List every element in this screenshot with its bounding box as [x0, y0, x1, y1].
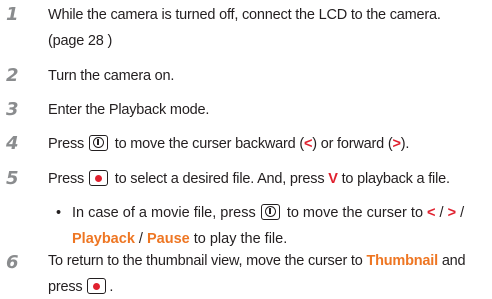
forward-symbol: >	[447, 205, 457, 221]
forward-symbol: >	[392, 136, 401, 152]
bullet-text1: In case of a movie file, press	[72, 205, 256, 221]
step-text: Press to move the curser backward (<) or…	[48, 131, 488, 157]
press-label: Press	[48, 136, 85, 152]
bullet-end: to play the file.	[193, 231, 288, 247]
step-number: 1	[6, 4, 19, 25]
playback-label: Playback	[72, 231, 135, 247]
step-number: 4	[6, 133, 19, 154]
record-button-icon	[88, 170, 108, 186]
step-5-end: to playback a file.	[341, 171, 450, 187]
step-text: To return to the thumbnail view, move th…	[48, 250, 488, 298]
slash: /	[460, 205, 465, 221]
step-6-and: and	[441, 253, 466, 269]
pause-label: Pause	[146, 231, 190, 247]
press-label: Press	[48, 171, 85, 187]
thumbnail-label: Thumbnail	[366, 253, 438, 269]
step-6-line2: press .	[48, 276, 488, 298]
step-4-text: to move the curser backward (	[114, 136, 304, 152]
power-button-icon	[260, 204, 280, 220]
movie-file-note: • In case of a movie file, press to move…	[56, 200, 478, 252]
step-5-text: to select a desired file. And, press	[114, 171, 325, 187]
step-1-line2: (page 28 )	[48, 33, 113, 49]
step-4-end: ).	[400, 136, 410, 152]
v-key: V	[328, 171, 338, 187]
press-label: press	[48, 279, 83, 295]
slash: /	[138, 231, 143, 247]
step-number: 5	[6, 168, 19, 189]
bullet-dot: •	[56, 205, 62, 221]
period: .	[109, 279, 114, 295]
step-number: 3	[6, 99, 19, 120]
bullet-text2: to move the curser to	[286, 205, 424, 221]
step-text: While the camera is turned off, connect …	[48, 2, 488, 54]
record-button-icon	[87, 278, 107, 294]
step-6-text: To return to the thumbnail view, move th…	[48, 253, 363, 269]
step-1-line1: While the camera is turned off, connect …	[48, 7, 441, 23]
step-number: 2	[6, 65, 19, 86]
step-6-line1: To return to the thumbnail view, move th…	[48, 250, 488, 272]
step-text: Turn the camera on.	[48, 68, 175, 84]
step-text: Enter the Playback mode.	[48, 102, 210, 118]
step-number: 6	[6, 252, 19, 273]
power-button-icon	[88, 135, 108, 151]
step-text: Press to select a desired file. And, pre…	[48, 166, 488, 192]
backward-symbol: <	[427, 205, 436, 221]
bullet-text: In case of a movie file, press to move t…	[58, 200, 478, 252]
slash: /	[439, 205, 444, 221]
step-4-mid: ) or forward (	[312, 136, 393, 152]
